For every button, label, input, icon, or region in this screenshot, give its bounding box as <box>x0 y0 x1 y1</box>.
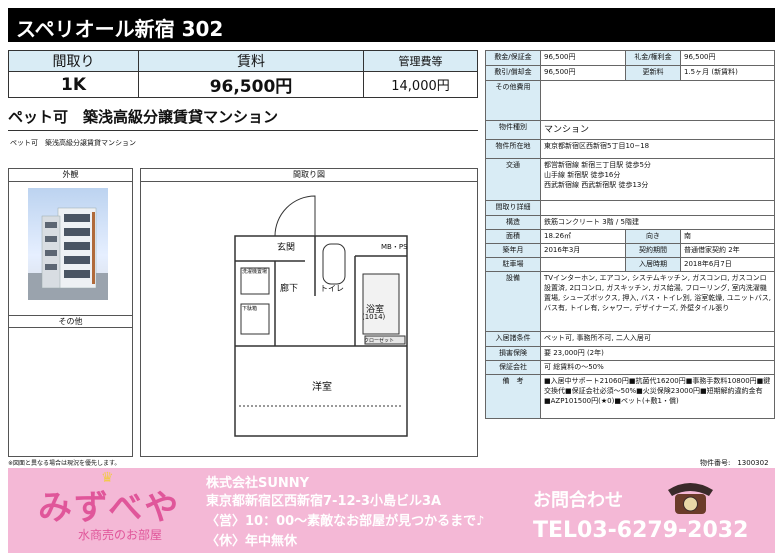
layout-header: 間取り <box>8 50 139 72</box>
details-value <box>540 200 775 216</box>
key-money-value: 96,500円 <box>680 50 775 66</box>
transport-line: 山手線 新宿駅 徒歩16分 <box>544 171 621 179</box>
shikibiki-value: 96,500円 <box>540 65 626 81</box>
guarantor-label: 保証会社 <box>485 360 541 375</box>
key-money-label: 礼金/権利金 <box>625 50 681 66</box>
fp-western-room: 洋室 <box>312 382 332 393</box>
price-table: 間取り 賃料 管理費等 1K 96,500円 14,000円 <box>8 50 478 98</box>
guarantor-value: 可 総賃料の〜50% <box>540 360 775 375</box>
fp-bath-size: (1014) <box>362 313 386 321</box>
property-number: 物件番号: 1300302 <box>700 459 769 467</box>
floorplan-header: 間取り図 <box>141 169 477 182</box>
exterior-header: 外観 <box>9 169 132 182</box>
remarks-label: 備 考 <box>485 374 541 419</box>
company-address: 東京都新宿区西新宿7-12-3小島ビル3A <box>206 494 442 509</box>
structure-value: 鉄筋コンクリート 3階 / 5階建 <box>540 215 775 230</box>
other-fees-value <box>540 80 775 121</box>
type-label: 物件種別 <box>485 120 541 140</box>
remarks-value: ■入居中サポート21060円■抗菌代16200円■事務手数料10800円■鍵交換… <box>540 374 775 419</box>
area-value: 18.26㎡ <box>540 229 626 244</box>
type-value: マンション <box>540 120 775 140</box>
fp-mbps: MB・PS <box>381 243 408 251</box>
company-banner: みずべや 水商売のお部屋 ♛ 株式会社SUNNY 東京都新宿区西新宿7-12-3… <box>8 468 775 553</box>
headline: ペット可 築浅高級分譲賃貸マンション <box>8 108 279 126</box>
headline-divider <box>8 130 478 131</box>
parking-value <box>540 257 626 272</box>
direction-label: 向き <box>625 229 681 244</box>
company-name: 株式会社SUNNY <box>206 476 310 491</box>
shikibiki-label: 敷引/償却金 <box>485 65 541 81</box>
company-hours: 〈営〉10：00〜素敵なお部屋が見つかるまで♪ <box>206 514 485 529</box>
equipment-label: 設備 <box>485 271 541 332</box>
transport-line: 西武新宿線 西武新宿駅 徒歩13分 <box>544 181 649 189</box>
structure-label: 構造 <box>485 215 541 230</box>
logo-subtext: 水商売のお部屋 <box>78 528 163 542</box>
rent-header: 賃料 <box>138 50 364 72</box>
conditions-value: ペット可, 事務所不可, 二人入居可 <box>540 331 775 347</box>
conditions-label: 入居諸条件 <box>485 331 541 347</box>
info-table: 敷金/保証金 96,500円 礼金/権利金 96,500円 敷引/償却金 96,… <box>485 50 775 419</box>
mgmt-fee-header: 管理費等 <box>363 50 478 72</box>
rent-value: 96,500円 <box>138 71 364 98</box>
address-label: 物件所在地 <box>485 139 541 159</box>
fp-shoes: 下駄箱 <box>242 306 258 312</box>
deposit-value: 96,500円 <box>540 50 626 66</box>
fp-entrance: 玄関 <box>277 243 296 253</box>
contract-label: 契約期間 <box>625 243 681 258</box>
equipment-value: TVインターホン, エアコン, システムキッチン, ガスコンロ, ガスコンロ設置… <box>540 271 775 332</box>
renewal-value: 1.5ヶ月 (新賃料) <box>680 65 775 81</box>
fp-toilet: トイレ <box>320 284 344 293</box>
transport-label: 交通 <box>485 158 541 201</box>
layout-value: 1K <box>8 71 139 98</box>
company-holiday: 〈休〉年中無休 <box>206 534 298 549</box>
deposit-label: 敷金/保証金 <box>485 50 541 66</box>
parking-label: 駐車場 <box>485 257 541 272</box>
subline: ペット可 築浅高級分譲賃貸マンション <box>10 139 136 147</box>
area-label: 面積 <box>485 229 541 244</box>
fp-closet: クローゼット <box>364 338 395 344</box>
fp-corridor: 廊下 <box>280 284 299 294</box>
address-value: 東京都新宿区西新宿5丁目10−18 <box>540 139 775 159</box>
renewal-label: 更新料 <box>625 65 681 81</box>
transport-value: 都営新宿線 新宿三丁目駅 徒歩5分 山手線 新宿駅 徒歩16分 西武新宿線 西武… <box>540 158 775 201</box>
other-fees-label: その他費用 <box>485 80 541 121</box>
transport-line: 都営新宿線 新宿三丁目駅 徒歩5分 <box>544 161 651 169</box>
direction-value: 南 <box>680 229 775 244</box>
movein-label: 入居時期 <box>625 257 681 272</box>
contract-value: 普通借家契約 2年 <box>680 243 775 258</box>
insurance-label: 損害保険 <box>485 346 541 361</box>
built-value: 2016年3月 <box>540 243 626 258</box>
logo-text: みずべや <box>38 488 181 528</box>
movein-value: 2018年6月7日 <box>680 257 775 272</box>
insurance-value: 要 23,000円 (2年) <box>540 346 775 361</box>
details-label: 間取り詳細 <box>485 200 541 216</box>
phone-number[interactable]: TEL03-6279-2032 <box>533 518 748 543</box>
other-header: その他 <box>9 315 132 328</box>
footnote: ※図面と異なる場合は現況を優先します。 <box>8 460 121 467</box>
telephone-icon <box>663 476 718 516</box>
exterior-photo <box>28 188 108 300</box>
mgmt-fee-value: 14,000円 <box>363 71 478 98</box>
fp-washer: 洗濯機置場 <box>242 269 268 275</box>
contact-label: お問合わせ <box>533 490 623 511</box>
page-title: スペリオール新宿 302 <box>8 8 775 42</box>
crown-icon: ♛ <box>101 470 114 486</box>
built-label: 築年月 <box>485 243 541 258</box>
